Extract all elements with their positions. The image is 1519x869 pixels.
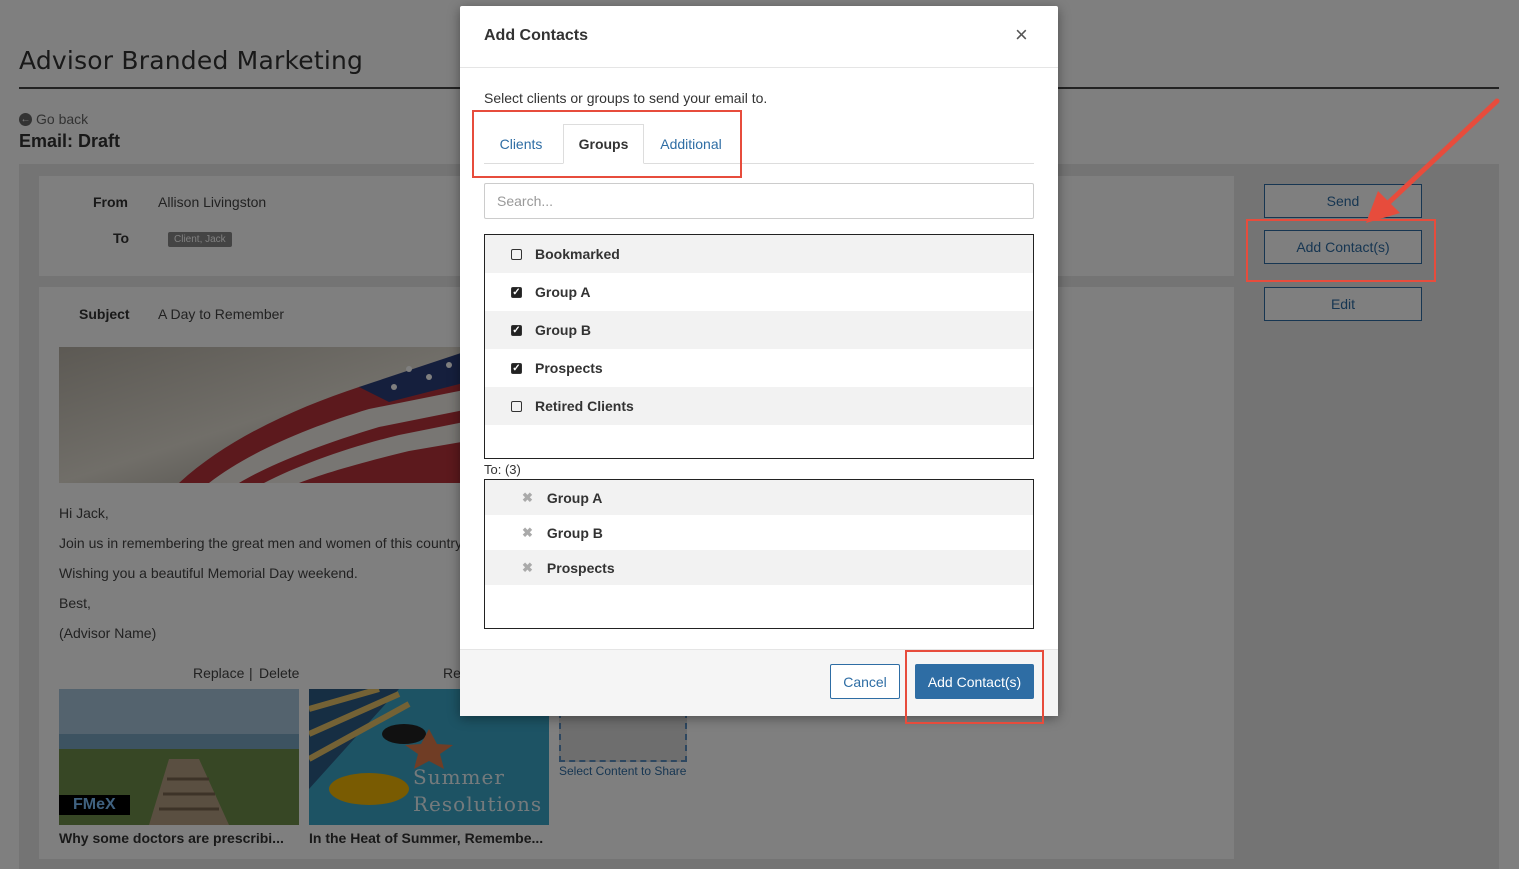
selected-label: Prospects [546, 559, 615, 576]
group-label: Bookmarked [535, 246, 620, 262]
modal-instructions: Select clients or groups to send your em… [484, 90, 768, 106]
group-label: Retired Clients [535, 398, 634, 414]
group-label: Group B [535, 322, 591, 338]
groups-list: Bookmarked ✓ Group A ✓ Group B ✓ Prospec… [484, 234, 1034, 459]
checkbox-unchecked-icon[interactable] [511, 248, 522, 260]
selected-item: ✖ Prospects [485, 550, 1033, 585]
checkbox-checked-icon[interactable]: ✓ [511, 286, 522, 298]
checkbox-unchecked-icon[interactable] [511, 400, 522, 412]
group-label: Group A [535, 284, 591, 300]
list-item[interactable]: ✓ Prospects [485, 349, 1033, 387]
checkbox-checked-icon[interactable]: ✓ [511, 362, 522, 374]
remove-icon[interactable]: ✖ [522, 490, 533, 506]
remove-icon[interactable]: ✖ [522, 525, 533, 541]
callout-box-tabs [472, 110, 742, 178]
modal-title: Add Contacts [484, 27, 588, 44]
search-input[interactable]: Search... [484, 183, 1034, 219]
remove-icon[interactable]: ✖ [522, 560, 533, 576]
list-item[interactable]: ✓ Group A [485, 273, 1033, 311]
list-item[interactable]: Bookmarked [485, 235, 1033, 273]
close-icon[interactable]: × [1015, 22, 1028, 48]
list-item[interactable]: ✓ Group B [485, 311, 1033, 349]
selected-item: ✖ Group B [485, 515, 1033, 550]
callout-box-add [905, 650, 1044, 724]
cancel-button[interactable]: Cancel [830, 664, 900, 699]
list-item[interactable]: Retired Clients [485, 387, 1033, 425]
checkbox-checked-icon[interactable]: ✓ [511, 324, 522, 336]
selected-label: Group A [546, 489, 603, 506]
selected-item: ✖ Group A [485, 480, 1033, 515]
to-count-label: To: (3) [484, 462, 521, 477]
selected-recipients-list: ✖ Group A ✖ Group B ✖ Prospects [484, 479, 1034, 629]
selected-label: Group B [546, 524, 603, 541]
group-label: Prospects [535, 360, 603, 376]
callout-arrow-icon [1366, 98, 1500, 223]
